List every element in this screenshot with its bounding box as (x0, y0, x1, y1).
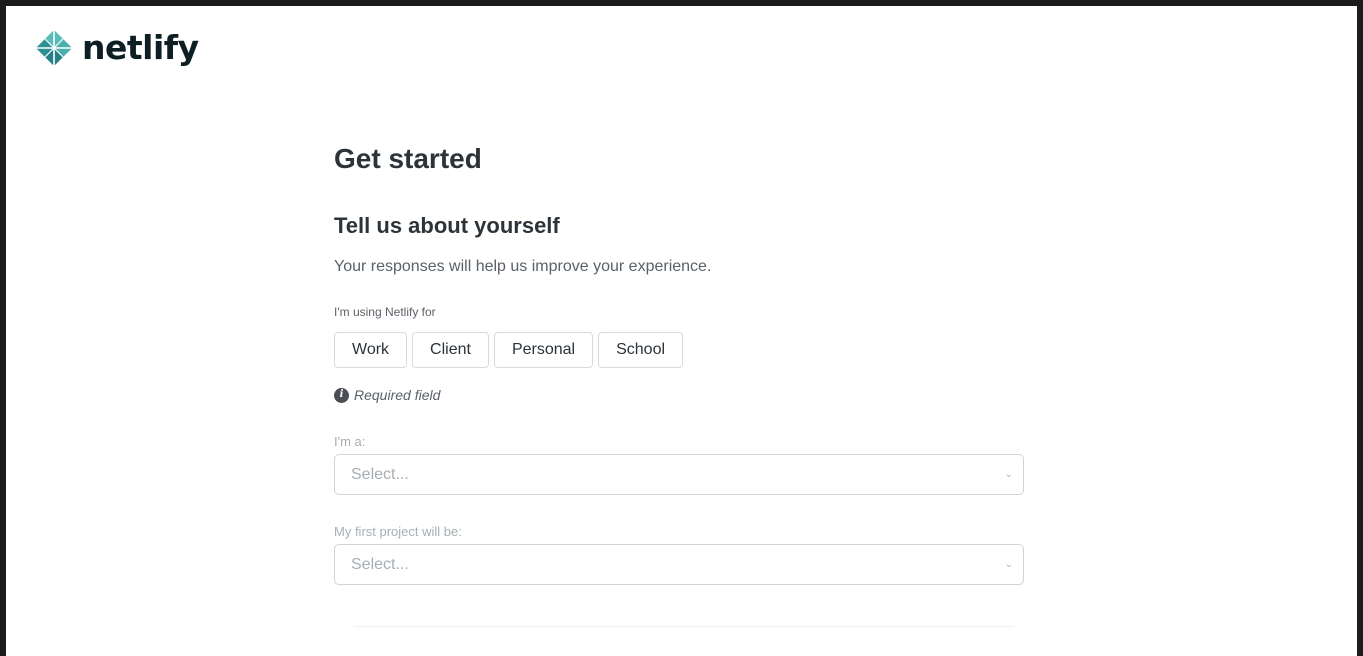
logo-wordmark: netlify (82, 28, 199, 67)
usage-label: I'm using Netlify for (334, 305, 436, 319)
page-title: Get started (334, 143, 482, 174)
divider (354, 626, 1014, 627)
usage-option-personal[interactable]: Personal (493, 332, 594, 368)
netlify-logo[interactable]: netlify (34, 28, 199, 68)
section-subtitle: Your responses will help us improve your… (334, 258, 712, 275)
info-icon: i (334, 387, 349, 403)
section-title: Tell us about yourself (334, 213, 560, 238)
project-select[interactable]: Select... ⌄ (334, 544, 1024, 585)
role-label: I'm a: (334, 434, 366, 449)
required-field-text: Required field (354, 387, 441, 403)
usage-option-work[interactable]: Work (334, 332, 408, 368)
role-select[interactable]: Select... ⌄ (334, 454, 1024, 495)
page: netlify Get started Tell us about yourse… (6, 6, 1357, 656)
chevron-down-icon: ⌄ (1004, 469, 1013, 480)
usage-option-client[interactable]: Client (412, 332, 489, 368)
required-field-note: i Required field (334, 386, 1024, 404)
project-label: My first project will be: (334, 524, 462, 539)
project-select-placeholder: Select... (351, 555, 409, 573)
netlify-diamond-icon (34, 28, 74, 68)
usage-option-school[interactable]: School (598, 332, 684, 368)
chevron-down-icon: ⌄ (1004, 559, 1013, 570)
usage-options: Work Client Personal School (334, 332, 1024, 368)
onboarding-form: Get started Tell us about yourself Your … (334, 142, 1024, 585)
role-select-placeholder: Select... (351, 465, 409, 483)
